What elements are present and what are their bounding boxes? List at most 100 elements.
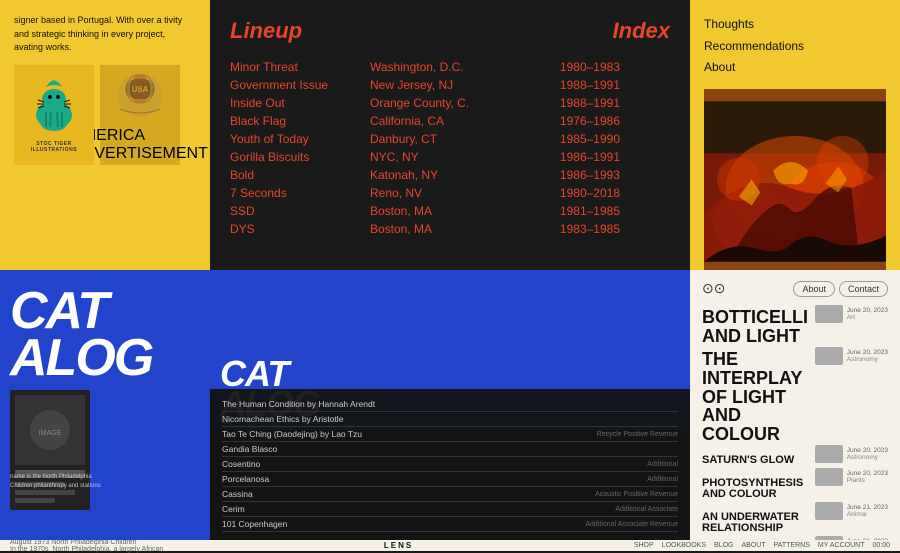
blog-entry: PHOTOSYNTHESIS AND COLOUR June 20, 2023 … [702,468,888,501]
book-name: Gandia Blasco [222,444,277,454]
blog-entry: AN UNDERWATER RELATIONSHIP June 21, 2023… [702,502,888,535]
lineup-row: Bold Katonah, NY 1986–1993 [230,166,670,184]
blog-entry: THE INTERPLAY OF LIGHT AND COLOUR June 2… [702,347,888,444]
entry-meta: June 20, 2023 Astronomy [847,349,888,363]
panel-designer: signer based in Portugal. With over a ti… [0,0,210,270]
book-item: Nicomachean Ethics by Aristotle [222,412,678,427]
entry-meta: June 20, 2023 Plants [847,470,888,484]
thoughts-nav-item[interactable]: Thoughts [704,14,886,36]
thoughts-nav-item[interactable]: Recommendations [704,36,886,58]
entry-thumb [815,305,843,323]
bottom-nav-item[interactable]: ABOUT [741,542,765,549]
lineup-row: Minor Threat Washington, D.C. 1980–1983 [230,58,670,76]
bottom-nav-item[interactable]: SHOP [634,542,654,549]
lineup-row: DYS Boston, MA 1983–1985 [230,220,670,238]
bottom-nav-item[interactable]: BLOG [714,542,733,549]
book-name: Porcelanosa [222,474,269,484]
band-years: 1983–1985 [530,222,620,236]
bottom-nav-item[interactable]: MY ACCOUNT [818,542,865,549]
book-name: Tao Te Ching (Daodejing) by Lao Tzu [222,429,362,439]
svg-text:IMAGE: IMAGE [39,430,62,437]
band-city: Washington, D.C. [370,60,530,74]
entry-thumb [815,445,843,463]
contact-button[interactable]: Contact [839,281,888,297]
band-years: 1985–1990 [530,132,620,146]
book-action: Additional Associate Revenue [585,521,678,528]
entry-title: THE INTERPLAY OF LIGHT AND COLOUR [702,350,808,444]
band-city: NYC, NY [370,150,530,164]
about-button[interactable]: About [793,281,835,297]
blog-logo: ⊙⊙ [702,280,725,297]
band-years: 1988–1991 [530,96,620,110]
bottom-bar: August 1973 North Philadelphia Children … [0,540,900,551]
entry-title: PHOTOSYNTHESIS AND COLOUR [702,478,808,501]
band-name: Inside Out [230,96,370,110]
thoughts-nav-item[interactable]: About [704,57,886,79]
entry-thumb [815,502,843,520]
bottom-bar-nav: SHOP LOOKBOOKS BLOG ABOUT PATTERNS MY ACCOUNT… [634,542,890,549]
entry-title: AN UNDERWATER RELATIONSHIP [702,512,808,535]
painting-image [704,89,886,270]
band-name: Bold [230,168,370,182]
book-action: Additional [647,476,678,483]
band-years: 1980–2018 [530,186,620,200]
band-years: 1988–1991 [530,78,620,92]
panel-catalog: CATALOG IMAGE name is the North Philadel… [0,270,210,540]
lineup-title: Lineup [230,18,302,44]
band-city: Orange County, C. [370,96,530,110]
america-icon: USA [110,67,170,127]
band-name: SSD [230,204,370,218]
band-name: Gorilla Biscuits [230,150,370,164]
book-action: Recycle Positive Revenue [597,431,678,438]
band-years: 1986–1991 [530,150,620,164]
entry-title: BOTTICELLI AND LIGHT [702,308,808,346]
entry-thumb [815,347,843,365]
blog-buttons[interactable]: About Contact [793,281,888,297]
designer-description: signer based in Portugal. With over a ti… [14,14,196,55]
entry-meta: June 20, 2023 Astronomy [847,447,888,461]
book-name: The Human Condition by Hannah Arendt [222,399,375,409]
bottom-bar-logo: LENS [384,541,413,550]
lineup-row: Youth of Today Danbury, CT 1985–1990 [230,130,670,148]
book-action: Acoustic Positive Revenue [595,491,678,498]
band-years: 1976–1986 [530,114,620,128]
band-name: DYS [230,222,370,236]
blog-entry: BOTTICELLI AND LIGHT June 20, 2023 Art [702,305,888,346]
entry-meta: June 20, 2023 Art [847,307,888,321]
band-city: New Jersey, NJ [370,78,530,92]
book-item: Cerim Additional Associate [222,502,678,517]
catalog-content: CATALOG IMAGE name is the North Philadel… [10,280,200,530]
small-text: name is the North Philadelphia Children … [10,473,110,490]
tiger-icon [24,77,84,137]
band-city: Reno, NV [370,186,530,200]
lineup-row: Black Flag California, CA 1976–1986 [230,112,670,130]
band-city: California, CA [370,114,530,128]
band-name: Minor Threat [230,60,370,74]
book-action: Additional [647,461,678,468]
thoughts-nav: ThoughtsRecommendationsAbout [704,14,886,79]
bottom-nav-item[interactable]: PATTERNS [774,542,810,549]
band-city: Katonah, NY [370,168,530,182]
lineup-row: SSD Boston, MA 1981–1985 [230,202,670,220]
catalog-image-1: IMAGE [10,390,90,510]
bottom-nav-item[interactable]: LOOKBOOKS [662,542,706,549]
book-item: Cassina Acoustic Positive Revenue [222,487,678,502]
book-name: 101 Copenhagen [222,519,287,529]
book-item: Cosentino Additional [222,457,678,472]
book-name: Nicomachean Ethics by Aristotle [222,414,343,424]
book-item: Tao Te Ching (Daodejing) by Lao Tzu Recy… [222,427,678,442]
cart-count: 00:00 [872,542,890,549]
bottom-bar-left: August 1973 North Philadelphia Children … [10,539,163,553]
catalog-title: CATALOG [10,288,200,382]
book-name: Cosentino [222,459,260,469]
lineup-header: Lineup Index [230,18,670,44]
painting-area [704,89,886,270]
lineup-table: Minor Threat Washington, D.C. 1980–1983 … [230,58,670,238]
band-city: Danbury, CT [370,132,530,146]
band-years: 1981–1985 [530,204,620,218]
band-name: 7 Seconds [230,186,370,200]
book-item: Porcelanosa Additional [222,472,678,487]
lineup-row: Inside Out Orange County, C. 1988–1991 [230,94,670,112]
band-city: Boston, MA [370,204,530,218]
lineup-row: Gorilla Biscuits NYC, NY 1986–1991 [230,148,670,166]
